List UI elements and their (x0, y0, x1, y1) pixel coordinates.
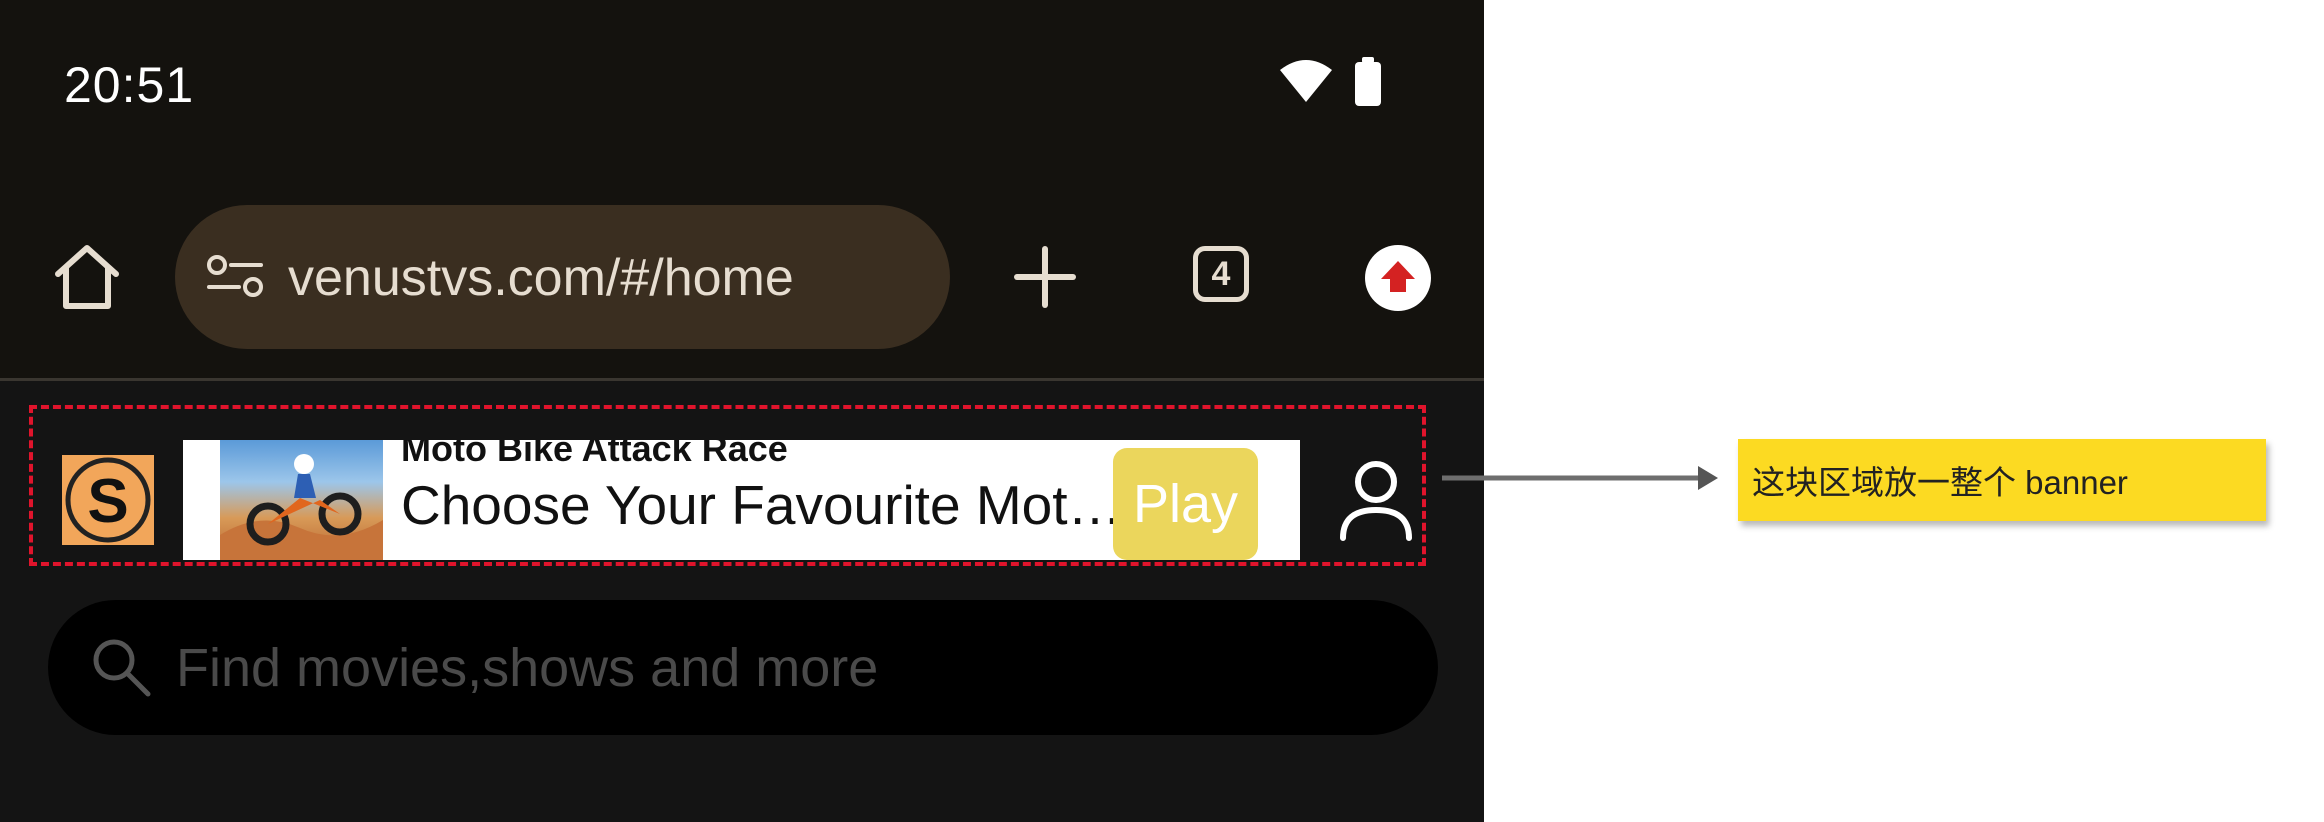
url-bar[interactable]: venustvs.com/#/home (175, 205, 950, 349)
plus-icon[interactable] (1012, 244, 1078, 310)
logo-mark: S (65, 457, 151, 543)
annotation-note: 这块区域放一整个 banner (1738, 439, 2266, 521)
ad-subtitle: Choose Your Favourite Motorbike (401, 474, 1131, 536)
search-bar[interactable]: Find movies,shows and more (48, 600, 1438, 735)
search-icon (93, 639, 151, 697)
toolbar-divider (0, 378, 1484, 381)
tab-switcher-button[interactable]: 4 (1193, 246, 1249, 302)
logo-letter: S (87, 467, 128, 536)
status-bar: 20:51 (0, 0, 1484, 175)
site-settings-icon[interactable] (205, 255, 265, 301)
motorbike-jump-image (220, 440, 383, 560)
home-icon[interactable] (50, 240, 124, 314)
status-time: 20:51 (64, 57, 195, 113)
battery-icon (1355, 57, 1381, 106)
ad-banner[interactable]: Moto Bike Attack Race Choose Your Favour… (183, 440, 1300, 560)
ad-title: Moto Bike Attack Race (401, 440, 788, 469)
person-icon[interactable] (1337, 458, 1415, 542)
arrow-icon (1442, 466, 1718, 490)
update-arrow-icon (1381, 261, 1415, 292)
site-logo[interactable]: S (62, 455, 154, 545)
ad-play-button[interactable]: Play (1113, 448, 1258, 560)
tab-count: 4 (1211, 254, 1231, 293)
url-text[interactable]: venustvs.com/#/home (288, 248, 794, 308)
update-button[interactable] (1365, 245, 1431, 311)
wifi-icon (1280, 60, 1332, 102)
search-placeholder[interactable]: Find movies,shows and more (176, 637, 878, 699)
phone-screen: 20:51 venustvs.com/#/home 4 S Moto Bike … (0, 0, 1484, 822)
